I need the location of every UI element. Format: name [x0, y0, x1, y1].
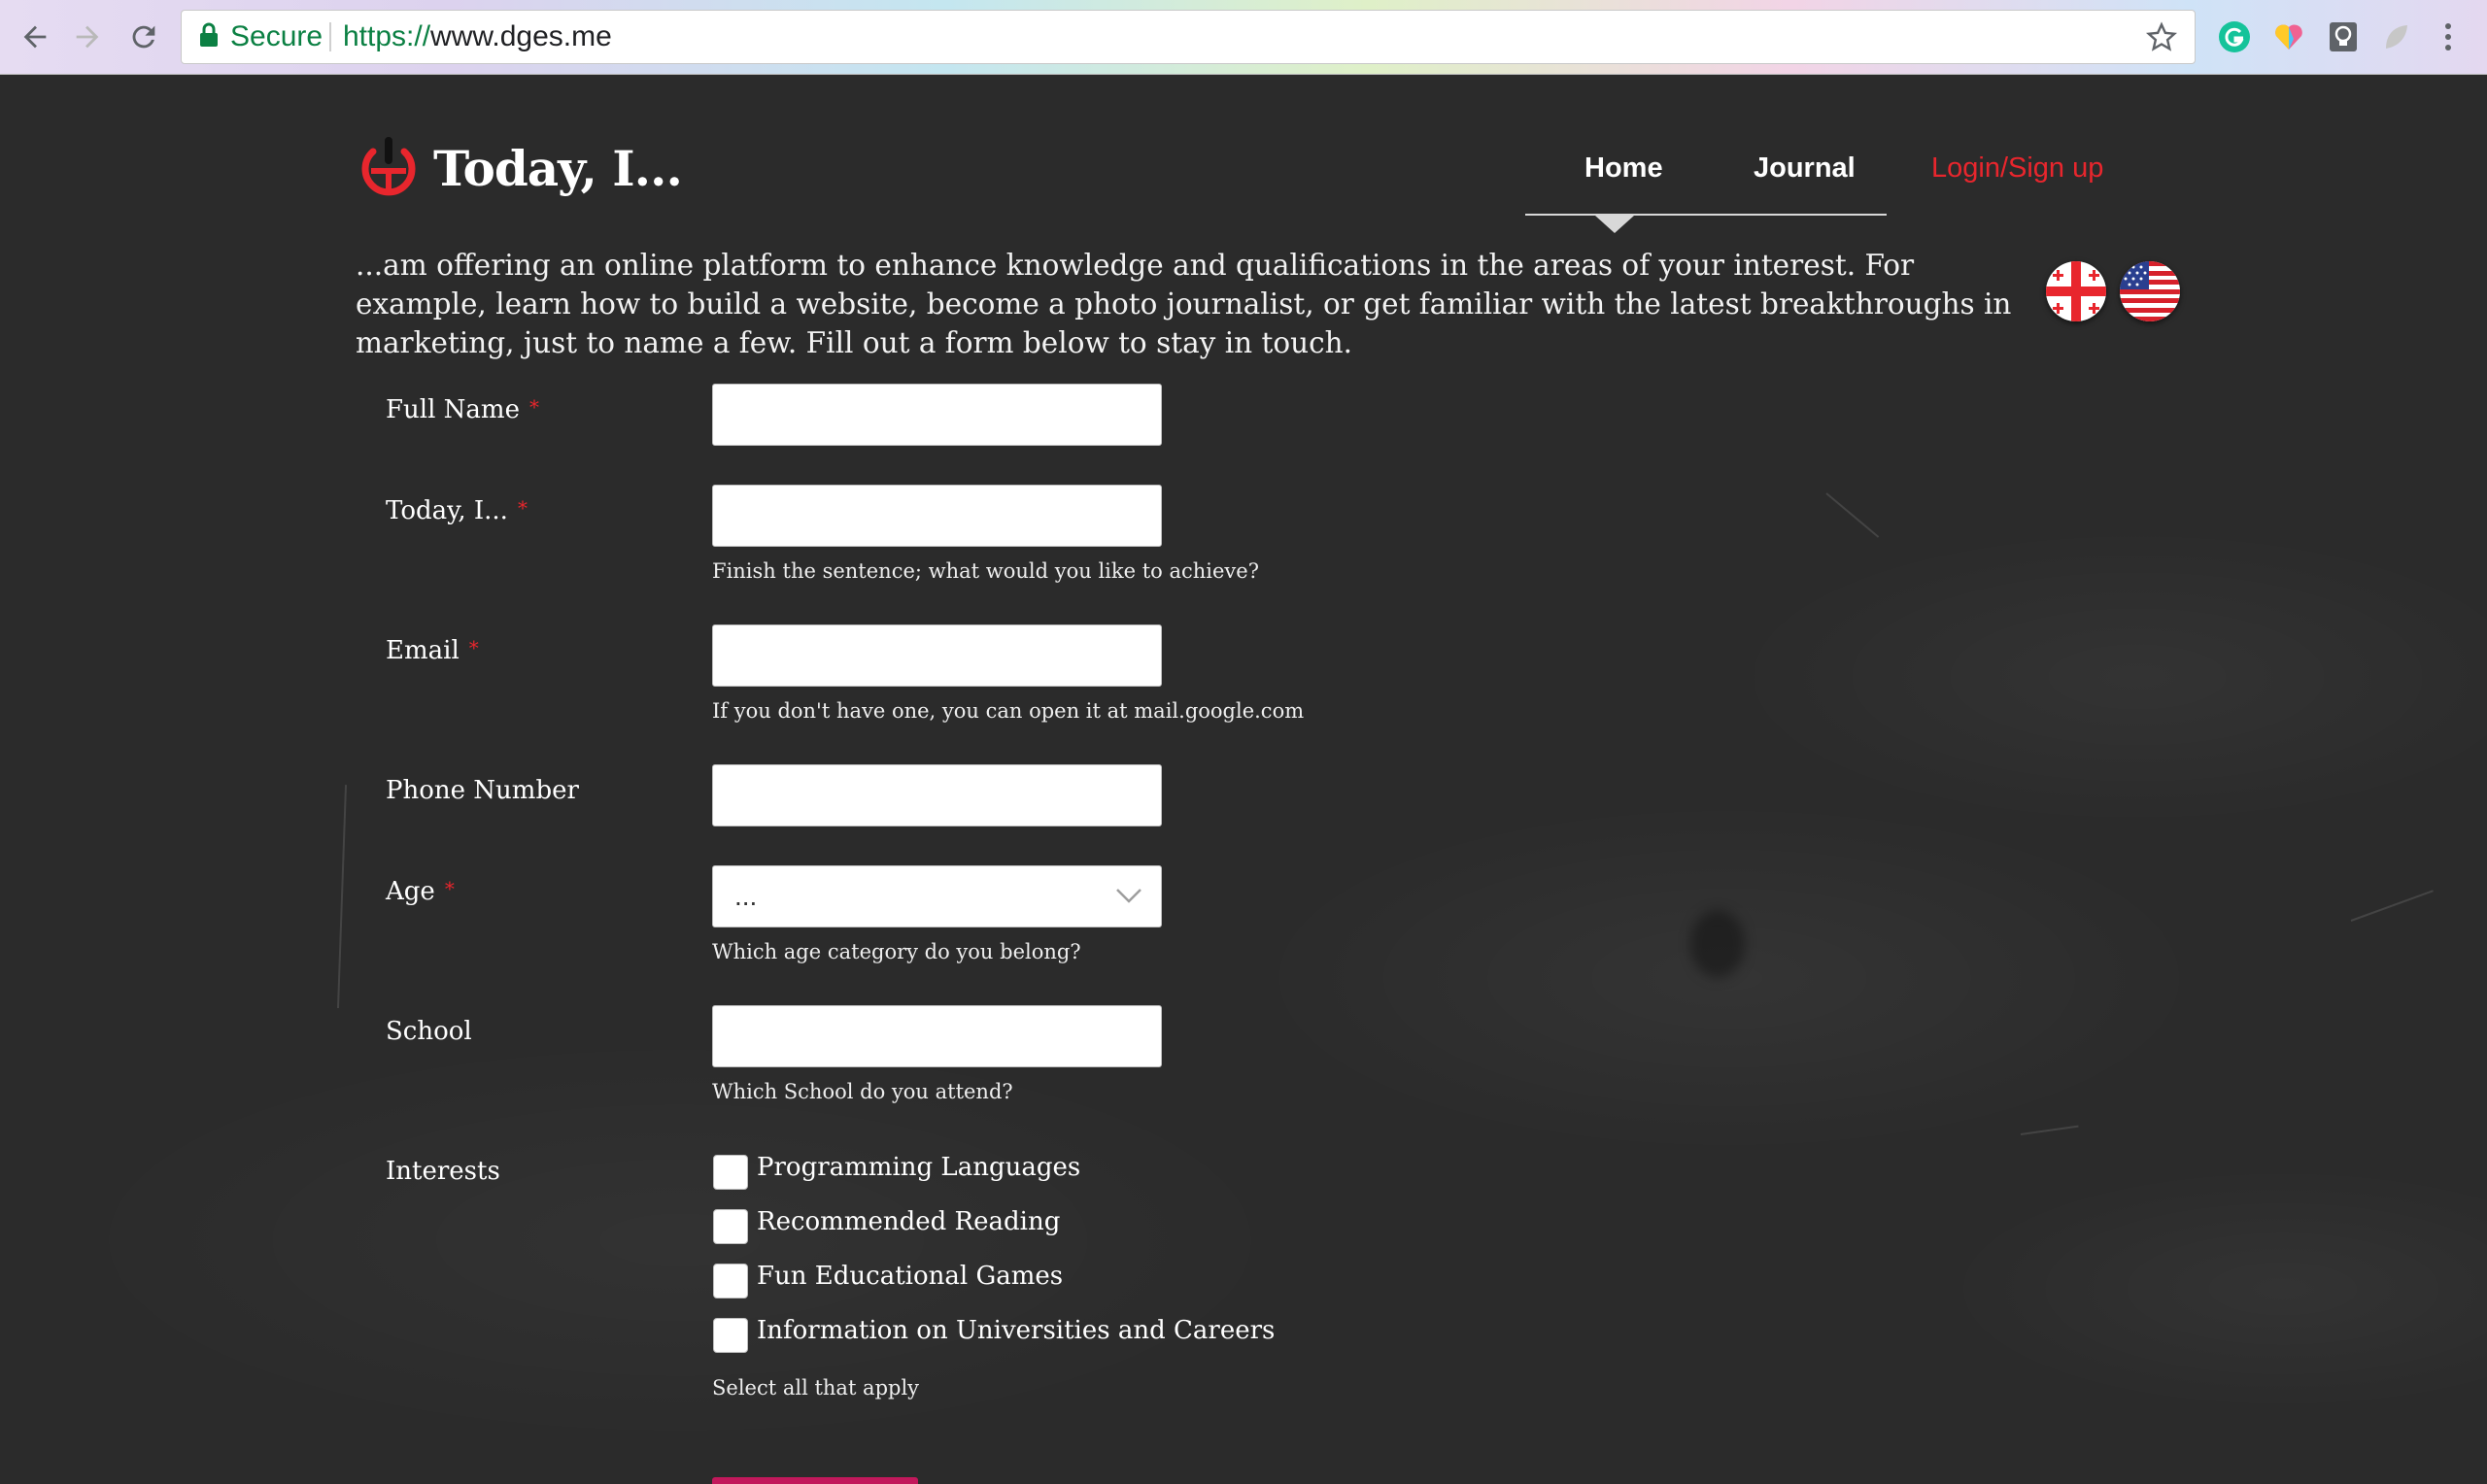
- phone-label: Phone Number: [386, 776, 579, 805]
- interest-label-programming[interactable]: Programming Languages: [757, 1153, 1080, 1182]
- required-marker: *: [468, 636, 479, 659]
- lock-icon: [199, 22, 219, 52]
- active-nav-indicator: [1595, 216, 1634, 233]
- required-marker: *: [444, 877, 455, 900]
- secure-label: Secure: [230, 20, 324, 52]
- chalk-scratch: [337, 785, 348, 1009]
- phone-input[interactable]: [712, 764, 1162, 826]
- heart-extension-icon[interactable]: [2269, 17, 2308, 56]
- school-label: School: [386, 1017, 472, 1046]
- nav-home[interactable]: Home: [1584, 152, 1663, 185]
- school-label-text: School: [386, 1017, 472, 1046]
- interest-label-games[interactable]: Fun Educational Games: [757, 1262, 1063, 1291]
- interest-checkbox-games[interactable]: [713, 1264, 748, 1298]
- grammarly-icon[interactable]: [2215, 17, 2254, 56]
- forward-arrow-icon[interactable]: [64, 14, 111, 60]
- interests-help-text: Select all that apply: [712, 1376, 920, 1400]
- site-logo[interactable]: Today, I...: [356, 133, 683, 203]
- chevron-down-icon: [1114, 886, 1143, 910]
- today-label: Today, I... *: [386, 496, 528, 525]
- today-label-text: Today, I...: [386, 496, 508, 525]
- address-divider: [329, 22, 331, 51]
- email-input[interactable]: [712, 624, 1162, 687]
- age-selected-value: ...: [734, 881, 758, 911]
- submit-button[interactable]: [712, 1477, 918, 1484]
- age-select[interactable]: ...: [712, 865, 1162, 928]
- interest-checkbox-reading[interactable]: [713, 1209, 748, 1244]
- full-name-label: Full Name *: [386, 395, 539, 424]
- nav-login-signup[interactable]: Login/Sign up: [1931, 152, 2103, 185]
- url-text[interactable]: https://www.dges.me: [343, 11, 612, 63]
- star-icon[interactable]: [2142, 17, 2181, 56]
- school-input[interactable]: [712, 1005, 1162, 1067]
- email-label-text: Email: [386, 636, 460, 665]
- url-host: www.dges.me: [430, 20, 612, 52]
- email-label: Email *: [386, 636, 479, 665]
- georgia-flag-icon[interactable]: [2046, 261, 2106, 321]
- interest-checkbox-programming[interactable]: [713, 1155, 748, 1190]
- age-label-text: Age: [386, 877, 435, 906]
- age-help-text: Which age category do you belong?: [712, 940, 1081, 963]
- reload-icon[interactable]: [120, 14, 167, 60]
- security-indicator[interactable]: Secure: [199, 11, 323, 63]
- browser-toolbar: Secure https://www.dges.me: [0, 0, 2487, 75]
- chalk-scratch: [2020, 1125, 2079, 1135]
- required-marker: *: [517, 496, 528, 520]
- chalkboard-page: Today, I... Home Journal Login/Sign up .…: [0, 75, 2487, 1484]
- back-arrow-icon[interactable]: [12, 14, 58, 60]
- today-help-text: Finish the sentence; what would you like…: [712, 559, 1259, 583]
- full-name-label-text: Full Name: [386, 395, 520, 424]
- chalk-scratch: [2350, 890, 2434, 922]
- chalk-scratch: [1825, 492, 1880, 538]
- usa-flag-icon[interactable]: [2120, 261, 2180, 321]
- nav-underline: [1525, 214, 1887, 216]
- leaf-extension-icon[interactable]: [2376, 17, 2415, 56]
- email-help-text: If you don't have one, you can open it a…: [712, 699, 1305, 723]
- logo-text: Today, I...: [433, 139, 683, 197]
- chalk-smudge: [1690, 910, 1745, 978]
- interests-label: Interests: [386, 1157, 500, 1186]
- age-label: Age *: [386, 877, 455, 906]
- full-name-input[interactable]: [712, 384, 1162, 446]
- required-marker: *: [528, 395, 539, 419]
- logo-power-icon: [361, 137, 416, 196]
- interest-label-reading[interactable]: Recommended Reading: [757, 1207, 1060, 1236]
- lightbulb-extension-icon[interactable]: [2324, 17, 2363, 56]
- address-bar[interactable]: Secure https://www.dges.me: [181, 10, 2196, 64]
- interests-label-text: Interests: [386, 1157, 500, 1186]
- interest-checkbox-universities[interactable]: [713, 1318, 748, 1353]
- school-help-text: Which School do you attend?: [712, 1080, 1013, 1103]
- intro-paragraph: ...am offering an online platform to enh…: [356, 249, 2012, 359]
- phone-label-text: Phone Number: [386, 776, 579, 805]
- more-menu-icon[interactable]: [2429, 17, 2468, 56]
- interest-label-universities[interactable]: Information on Universities and Careers: [757, 1316, 1275, 1345]
- url-scheme: https://: [343, 20, 431, 52]
- today-input[interactable]: [712, 485, 1162, 547]
- nav-journal[interactable]: Journal: [1754, 152, 1856, 185]
